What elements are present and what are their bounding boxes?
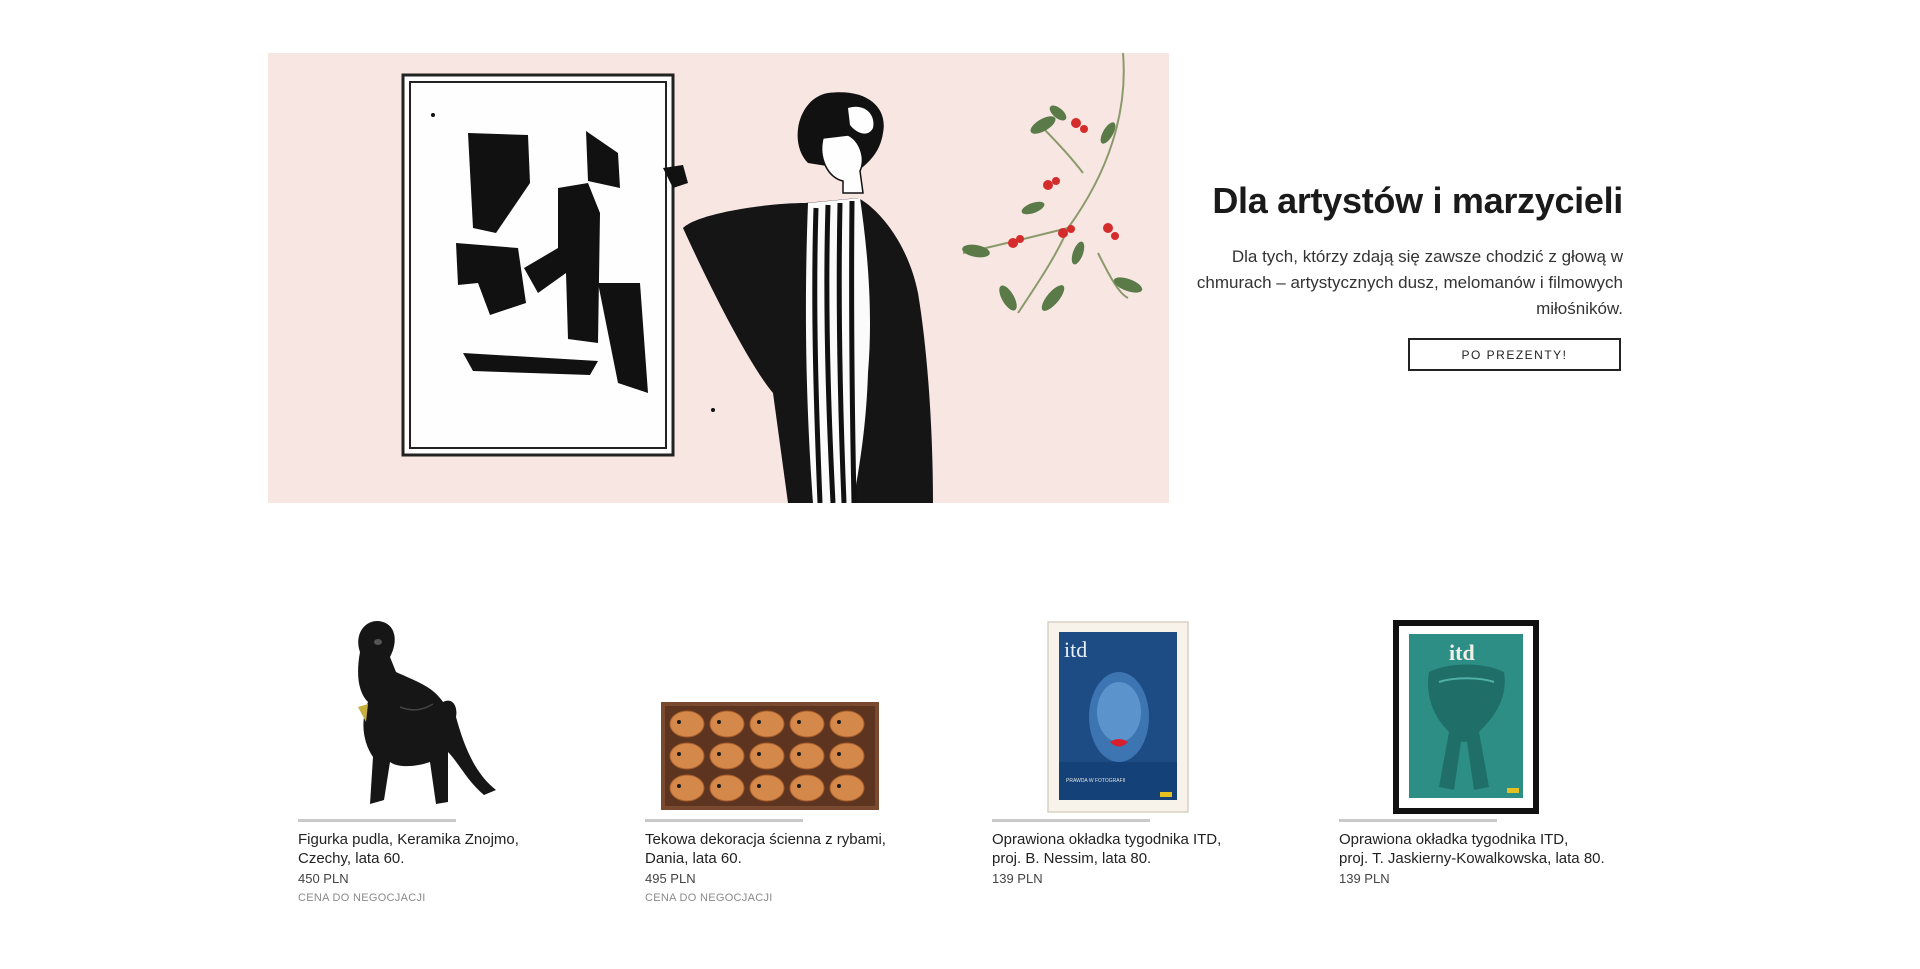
product-negotiable-note: CENA DO NEGOCJACJI bbox=[298, 892, 426, 904]
product-name[interactable]: Figurka pudla, Keramika Znojmo, Czechy, … bbox=[298, 830, 588, 868]
poodle-figurine-image bbox=[358, 621, 496, 804]
product-name[interactable]: Oprawiona okładka tygodnika ITD, proj. T… bbox=[1339, 830, 1629, 868]
product-divider bbox=[298, 819, 456, 822]
product-divider bbox=[1339, 819, 1497, 822]
hero-text-block: Dla artystów i marzycieli Dla tych, któr… bbox=[1185, 178, 1623, 322]
hero-description: Dla tych, którzy zdają się zawsze chodzi… bbox=[1196, 247, 1623, 318]
product-price: 495 PLN bbox=[645, 871, 696, 886]
product-image-itd-blue[interactable]: itd PRAWDA W FOTOGRAFII bbox=[992, 612, 1232, 817]
svg-text:itd: itd bbox=[1064, 637, 1087, 662]
svg-text:itd: itd bbox=[1449, 640, 1475, 665]
product-negotiable-note: CENA DO NEGOCJACJI bbox=[645, 892, 773, 904]
itd-green-cover-image: itd bbox=[1393, 620, 1539, 814]
product-divider bbox=[992, 819, 1150, 822]
hero-artwork bbox=[401, 53, 1143, 503]
product-name[interactable]: Oprawiona okładka tygodnika ITD, proj. B… bbox=[992, 830, 1282, 868]
gifts-cta-button[interactable]: PO PREZENTY! bbox=[1408, 338, 1621, 371]
product-price: 450 PLN bbox=[298, 871, 349, 886]
product-image-poodle[interactable] bbox=[298, 612, 538, 817]
product-card[interactable]: itd Oprawiona okładka tygodnika ITD, pro… bbox=[1339, 612, 1629, 892]
product-name[interactable]: Tekowa dekoracja ścienna z rybami, Dania… bbox=[645, 830, 935, 868]
hero-illustration[interactable] bbox=[268, 53, 1169, 503]
product-price: 139 PLN bbox=[1339, 871, 1390, 886]
product-card[interactable]: itd PRAWDA W FOTOGRAFII Oprawiona okładk… bbox=[992, 612, 1282, 892]
product-image-fish-decoration[interactable] bbox=[645, 612, 885, 817]
product-card[interactable]: Figurka pudla, Keramika Znojmo, Czechy, … bbox=[298, 612, 588, 904]
product-card[interactable]: Tekowa dekoracja ścienna z rybami, Dania… bbox=[645, 612, 935, 904]
product-divider bbox=[645, 819, 803, 822]
product-price: 139 PLN bbox=[992, 871, 1043, 886]
hero-title: Dla artystów i marzycieli bbox=[1212, 180, 1623, 221]
svg-text:PRAWDA W FOTOGRAFII: PRAWDA W FOTOGRAFII bbox=[1066, 778, 1125, 784]
teak-fish-decoration-image bbox=[661, 702, 879, 810]
product-image-itd-green[interactable]: itd bbox=[1339, 612, 1579, 817]
itd-blue-cover-image: itd PRAWDA W FOTOGRAFII bbox=[1047, 621, 1189, 813]
